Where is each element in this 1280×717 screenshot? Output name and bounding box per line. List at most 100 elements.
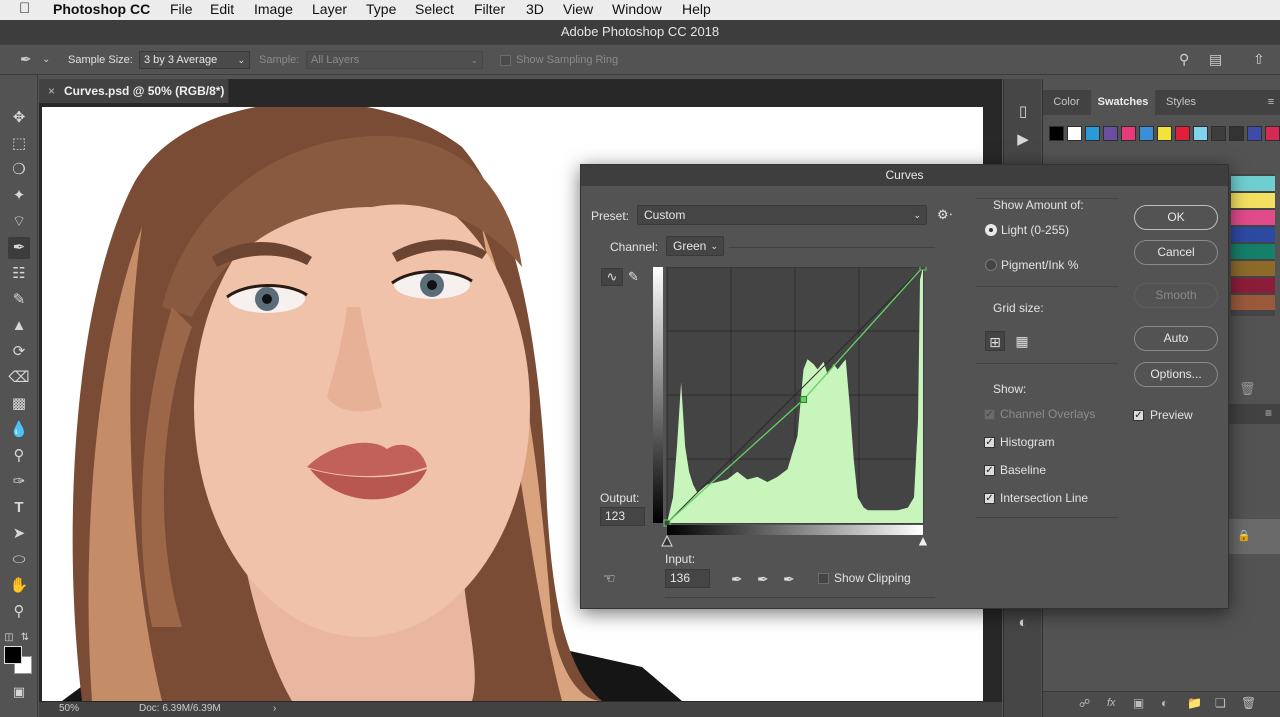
brush-tool-icon[interactable]: ✎ bbox=[8, 289, 30, 311]
search-icon[interactable]: ⚲ bbox=[1179, 51, 1189, 68]
adjustment-layer-icon[interactable]: ◐ bbox=[1161, 696, 1168, 710]
layer-row[interactable]: 🔒 bbox=[1229, 519, 1280, 554]
eyedropper-tool-preset-icon[interactable]: ✒ bbox=[20, 51, 32, 68]
crop-tool-icon[interactable]: ⌔ bbox=[8, 211, 30, 233]
curves-graph[interactable] bbox=[651, 267, 927, 553]
workspace-icon[interactable]: ▤ bbox=[1209, 51, 1222, 68]
swatch[interactable] bbox=[1211, 126, 1226, 141]
swatch[interactable] bbox=[1193, 126, 1208, 141]
swatch[interactable] bbox=[1231, 244, 1275, 259]
menu-select[interactable]: Select bbox=[415, 1, 454, 18]
status-menu-arrow[interactable]: › bbox=[273, 703, 276, 714]
lasso-tool-icon[interactable]: ❍ bbox=[8, 159, 30, 181]
sample-select[interactable]: All Layers ⌄ bbox=[306, 51, 483, 69]
dodge-tool-icon[interactable]: ⚲ bbox=[8, 445, 30, 467]
eyedropper-tool-icon[interactable]: ✒ bbox=[8, 237, 30, 259]
new-layer-icon[interactable]: ❏ bbox=[1215, 696, 1226, 710]
move-tool-icon[interactable]: ✥ bbox=[8, 107, 30, 129]
menu-3d[interactable]: 3D bbox=[526, 1, 544, 18]
zoom-tool-icon[interactable]: ⚲ bbox=[8, 601, 30, 623]
preset-select[interactable]: Custom ⌄ bbox=[637, 205, 927, 225]
swatch[interactable] bbox=[1231, 227, 1275, 242]
swatch[interactable] bbox=[1231, 295, 1275, 310]
blur-tool-icon[interactable]: 💧 bbox=[8, 419, 30, 441]
swatch[interactable] bbox=[1247, 126, 1262, 141]
swatch[interactable] bbox=[1231, 210, 1275, 225]
tab-styles[interactable]: Styles bbox=[1156, 90, 1206, 115]
swatch[interactable] bbox=[1085, 126, 1100, 141]
mask-icon[interactable]: ▣ bbox=[1133, 696, 1144, 710]
history-icon[interactable]: ▯ bbox=[1012, 101, 1034, 123]
trash-icon[interactable]: 🗑 bbox=[1239, 381, 1256, 397]
swatch-grid-edge[interactable] bbox=[1231, 174, 1275, 316]
show-clipping-checkbox[interactable] bbox=[818, 573, 829, 584]
clone-stamp-tool-icon[interactable]: ▲ bbox=[8, 315, 30, 337]
pigment-radio[interactable] bbox=[985, 259, 997, 271]
output-field[interactable]: 123 bbox=[600, 507, 645, 526]
simple-grid-icon[interactable]: ⊞ bbox=[985, 331, 1005, 351]
show-sampling-ring-checkbox[interactable] bbox=[500, 55, 511, 66]
gear-icon[interactable]: ⚙⋅ bbox=[937, 207, 953, 223]
panel-menu-icon[interactable]: ≡ bbox=[1265, 406, 1272, 420]
healing-brush-tool-icon[interactable]: ☷ bbox=[8, 263, 30, 285]
tab-color[interactable]: Color bbox=[1043, 90, 1090, 115]
swatch[interactable] bbox=[1231, 278, 1275, 293]
menu-filter[interactable]: Filter bbox=[474, 1, 505, 18]
close-icon[interactable]: × bbox=[48, 79, 55, 103]
swatch[interactable] bbox=[1175, 126, 1190, 141]
histogram-checkbox[interactable]: ✓ bbox=[984, 437, 995, 448]
foreground-color-swatch[interactable] bbox=[4, 646, 22, 664]
preview-checkbox[interactable]: ✓ bbox=[1133, 410, 1144, 421]
swatch[interactable] bbox=[1121, 126, 1136, 141]
menu-app-name[interactable]: Photoshop CC bbox=[53, 1, 150, 18]
black-point-eyedropper-icon[interactable]: ✒ bbox=[731, 571, 743, 588]
targeted-adjustment-hand-icon[interactable]: ☜ bbox=[603, 570, 616, 587]
trash-icon[interactable]: 🗑 bbox=[1241, 696, 1256, 710]
marquee-tool-icon[interactable]: ⬚ bbox=[8, 133, 30, 155]
eraser-tool-icon[interactable]: ⌫ bbox=[8, 367, 30, 389]
options-button[interactable]: Options... bbox=[1134, 362, 1218, 387]
tab-swatches[interactable]: Swatches bbox=[1091, 90, 1155, 115]
type-tool-icon[interactable]: T bbox=[8, 497, 30, 519]
document-tab[interactable]: × Curves.psd @ 50% (RGB/8*) bbox=[39, 79, 229, 103]
white-point-eyedropper-icon[interactable]: ✒ bbox=[783, 571, 795, 588]
auto-button[interactable]: Auto bbox=[1134, 326, 1218, 351]
menu-image[interactable]: Image bbox=[254, 1, 293, 18]
light-radio[interactable] bbox=[985, 224, 997, 236]
menu-layer[interactable]: Layer bbox=[312, 1, 347, 18]
swatch[interactable] bbox=[1231, 261, 1275, 276]
pen-tool-icon[interactable]: ✑ bbox=[8, 471, 30, 493]
menu-file[interactable]: File bbox=[170, 1, 193, 18]
swatch[interactable] bbox=[1139, 126, 1154, 141]
swatch[interactable] bbox=[1067, 126, 1082, 141]
zoom-level[interactable]: 50% bbox=[59, 703, 79, 714]
folder-icon[interactable]: 📁 bbox=[1187, 696, 1202, 710]
chevron-down-icon[interactable]: ⌄ bbox=[42, 54, 50, 65]
input-field[interactable]: 136 bbox=[665, 569, 710, 588]
cancel-button[interactable]: Cancel bbox=[1134, 240, 1218, 265]
adjustments-icon[interactable]: ◐ bbox=[1012, 612, 1034, 634]
apple-icon[interactable]:  bbox=[19, 0, 30, 17]
actions-play-icon[interactable]: ▶ bbox=[1012, 129, 1034, 151]
history-brush-tool-icon[interactable]: ⟳ bbox=[8, 341, 30, 363]
menu-view[interactable]: View bbox=[563, 1, 593, 18]
fx-icon[interactable]: fx bbox=[1107, 697, 1116, 709]
channel-select[interactable]: Green ⌄ bbox=[666, 236, 724, 256]
swatch[interactable] bbox=[1231, 193, 1275, 208]
menu-help[interactable]: Help bbox=[682, 1, 711, 18]
curve-point-mode-icon[interactable]: ∿ bbox=[601, 268, 623, 286]
menu-type[interactable]: Type bbox=[366, 1, 396, 18]
link-layers-icon[interactable]: ☍ bbox=[1079, 697, 1090, 710]
quick-mask-icon[interactable]: ▣ bbox=[8, 681, 30, 703]
magic-wand-tool-icon[interactable]: ✦ bbox=[8, 185, 30, 207]
pencil-icon[interactable]: ✎ bbox=[628, 269, 639, 285]
swatch[interactable] bbox=[1265, 126, 1280, 141]
panel-menu-icon[interactable]: ≡ bbox=[1263, 90, 1279, 115]
gradient-tool-icon[interactable]: ▩ bbox=[8, 393, 30, 415]
sample-size-select[interactable]: 3 by 3 Average ⌄ bbox=[139, 51, 250, 69]
hand-tool-icon[interactable]: ✋ bbox=[8, 575, 30, 597]
intersection-line-checkbox[interactable]: ✓ bbox=[984, 493, 995, 504]
swatch[interactable] bbox=[1049, 126, 1064, 141]
menu-window[interactable]: Window bbox=[612, 1, 662, 18]
menu-edit[interactable]: Edit bbox=[210, 1, 234, 18]
